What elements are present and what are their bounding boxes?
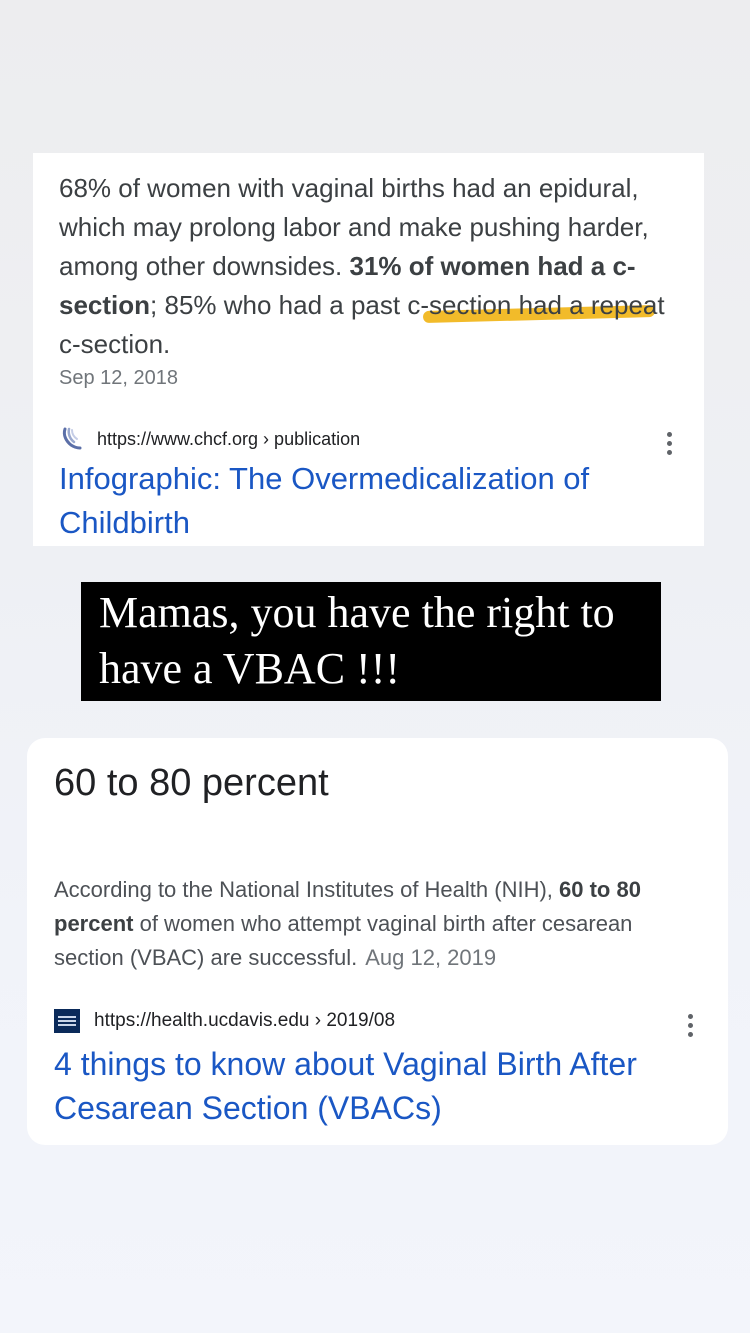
result-source[interactable]: https://health.ucdavis.edu › 2019/08 xyxy=(54,1009,395,1033)
result-snippet: 68% of women with vaginal births had an … xyxy=(59,173,665,359)
result-title-link[interactable]: 4 things to know about Vaginal Birth Aft… xyxy=(54,1042,714,1130)
result-date: Aug 12, 2019 xyxy=(365,945,497,970)
result-source[interactable]: https://www.chcf.org › publication xyxy=(59,426,360,452)
more-options-icon[interactable] xyxy=(666,432,672,455)
result-url: https://health.ucdavis.edu › 2019/08 xyxy=(94,1010,396,1031)
result-date: Sep 12, 2018 xyxy=(59,367,178,389)
featured-snippet-card-ucdavis: 60 to 80 percent According to the Nation… xyxy=(27,738,728,1145)
chcf-logo-icon xyxy=(62,427,82,450)
result-title-link[interactable]: Infographic: The Overmedicalization of C… xyxy=(59,457,689,545)
more-options-icon[interactable] xyxy=(687,1014,693,1037)
ucdavis-health-logo-icon xyxy=(54,1009,80,1033)
caption-banner: Mamas, you have the right to have a VBAC… xyxy=(81,582,661,701)
result-url: https://www.chcf.org › publication xyxy=(97,428,361,449)
featured-answer: 60 to 80 percent xyxy=(54,762,329,804)
search-result-card-chcf: 68% of women with vaginal births had an … xyxy=(33,153,704,546)
result-snippet: According to the National Institutes of … xyxy=(54,877,641,970)
